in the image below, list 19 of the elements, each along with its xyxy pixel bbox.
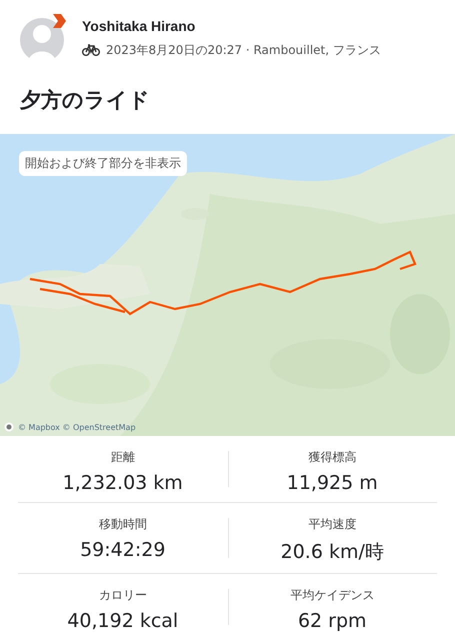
stat-label: 獲得標高 — [308, 449, 356, 466]
stat-value: 59:42:29 — [80, 539, 166, 561]
stat-value: 1,232.03 km — [62, 472, 183, 494]
map-attribution[interactable]: © Mapbox © OpenStreetMap — [18, 422, 136, 432]
stat-label: 平均速度 — [308, 516, 356, 533]
athlete-name[interactable]: Yoshitaka Hirano — [82, 18, 381, 34]
stat-value: 62 rpm — [298, 610, 367, 632]
stat-label: 距離 — [110, 449, 135, 466]
activity-title: 夕方のライド — [18, 87, 151, 114]
stat-label: カロリー — [98, 587, 147, 604]
stat-value: 40,192 kcal — [67, 610, 178, 632]
stat-label: 平均ケイデンス — [290, 587, 374, 604]
hide-start-end-button[interactable]: 開始および終了部分を非表示 — [19, 151, 187, 176]
bicycle-icon — [82, 44, 100, 56]
activity-meta: 2023年8月20日の20:27 · Rambouillet, フランス — [106, 42, 381, 58]
mapbox-logo-icon[interactable] — [4, 422, 14, 432]
stat-value: 20.6 km/時 — [280, 540, 384, 565]
stat-label: 移動時間 — [98, 516, 147, 533]
stat-value: 11,925 m — [286, 472, 378, 494]
